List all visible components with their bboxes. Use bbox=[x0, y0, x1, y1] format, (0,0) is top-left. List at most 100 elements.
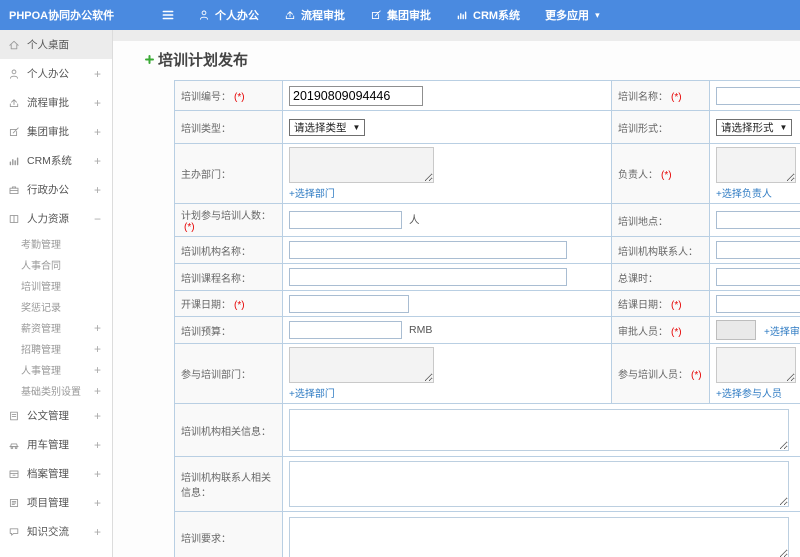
expander-icon[interactable]: + bbox=[94, 126, 101, 138]
sidebar-item-group-approval[interactable]: 集团审批 + bbox=[0, 117, 112, 146]
org-name-input[interactable] bbox=[289, 241, 567, 259]
expander-icon[interactable]: + bbox=[94, 385, 101, 397]
sidebar-item-label: 行政办公 bbox=[27, 184, 69, 196]
sidebar-item-hr-contract[interactable]: 人事合同 bbox=[0, 254, 112, 275]
start-date-input[interactable] bbox=[289, 294, 409, 313]
org-contact-info-textarea[interactable] bbox=[289, 461, 789, 507]
sidebar-item-crm-system[interactable]: CRM系统 + bbox=[0, 146, 112, 175]
form-row: 培训机构相关信息： bbox=[174, 403, 800, 457]
approver-picker-link[interactable]: +选择审批人员 bbox=[764, 327, 800, 338]
menu-toggle-icon[interactable] bbox=[161, 8, 175, 22]
join-dept-label-text: 参与培训部门： bbox=[181, 370, 251, 381]
sidebar-item-training-mgmt[interactable]: 培训管理 bbox=[0, 275, 112, 296]
planned-count-required-marker: (*) bbox=[184, 222, 195, 233]
main-content: 培训计划发布 培训编号：(*)培训名称：(*)培训类型：请选择类型▼培训形式：请… bbox=[113, 30, 800, 557]
sidebar-item-reward-punishment[interactable]: 奖惩记录 bbox=[0, 296, 112, 317]
chart-icon bbox=[8, 155, 20, 167]
org-info-textarea[interactable] bbox=[289, 409, 789, 451]
host-dept-textarea[interactable] bbox=[289, 147, 434, 183]
leader-label-text: 负责人： bbox=[618, 170, 658, 181]
location-label: 培训地点： bbox=[611, 203, 710, 237]
leader-textarea[interactable] bbox=[716, 147, 796, 183]
sidebar-item-basic-category-settings[interactable]: 基础类别设置 + bbox=[0, 380, 112, 401]
training-req-field-cell bbox=[282, 511, 800, 557]
location-input[interactable] bbox=[716, 211, 800, 229]
org-contact-input[interactable] bbox=[716, 241, 800, 259]
page-title: 培训计划发布 bbox=[144, 49, 800, 70]
training-no-label: 培训编号： (*) bbox=[174, 80, 283, 111]
join-dept-textarea[interactable] bbox=[289, 347, 434, 383]
sidebar-item-archive-mgmt[interactable]: 档案管理 + bbox=[0, 459, 112, 488]
course-name-input[interactable] bbox=[289, 268, 567, 286]
expander-icon[interactable]: + bbox=[94, 343, 101, 355]
sidebar-item-label: 流程审批 bbox=[27, 97, 69, 109]
expander-icon[interactable]: + bbox=[94, 526, 101, 538]
sidebar-item-label: 用车管理 bbox=[27, 439, 69, 451]
sidebar-item-personnel-mgmt[interactable]: 人事管理 + bbox=[0, 359, 112, 380]
sidebar-item-personal-office[interactable]: 个人办公 + bbox=[0, 59, 112, 88]
sidebar-item-workflow-approval[interactable]: 流程审批 + bbox=[0, 88, 112, 117]
expander-icon[interactable]: + bbox=[94, 439, 101, 451]
sidebar-item-vehicle-mgmt[interactable]: 用车管理 + bbox=[0, 430, 112, 459]
sidebar-item-attendance-mgmt[interactable]: 考勤管理 bbox=[0, 233, 112, 254]
nav-item-crm-system[interactable]: CRM系统 bbox=[456, 7, 520, 23]
training-no-input[interactable] bbox=[289, 85, 423, 106]
expander-icon[interactable]: + bbox=[94, 410, 101, 422]
host-dept-picker-link[interactable]: +选择部门 bbox=[289, 189, 335, 200]
sidebar-item-human-resources[interactable]: 人力资源 − bbox=[0, 204, 112, 233]
nav-item-personal-office[interactable]: 个人办公 bbox=[198, 7, 259, 23]
total-hours-input[interactable] bbox=[716, 268, 800, 286]
sidebar-item-label: 档案管理 bbox=[27, 468, 69, 480]
home-icon bbox=[8, 39, 20, 51]
planned-count-input[interactable] bbox=[289, 211, 402, 229]
training-type-select[interactable]: 请选择类型 ▼ bbox=[289, 118, 366, 136]
sidebar-item-salary-mgmt[interactable]: 薪资管理 + bbox=[0, 317, 112, 338]
budget-unit-label: RMB bbox=[409, 323, 433, 336]
join-staff-textarea[interactable] bbox=[716, 347, 796, 383]
nav-item-more-apps[interactable]: 更多应用 ▾ bbox=[545, 7, 600, 23]
nav-item-group-approval[interactable]: 集团审批 bbox=[370, 7, 431, 23]
sidebar-item-admin-office[interactable]: 行政办公 + bbox=[0, 175, 112, 204]
join-dept-picker-link[interactable]: +选择部门 bbox=[289, 389, 335, 400]
expander-icon[interactable]: + bbox=[94, 184, 101, 196]
sidebar-item-knowledge-exchange[interactable]: 知识交流 + bbox=[0, 517, 112, 546]
nav-item-label: 个人办公 bbox=[215, 10, 259, 22]
form-row: 参与培训部门： +选择部门 参与培训人员： (*) +选择参与人员 bbox=[174, 343, 800, 404]
nav-item-workflow-approval[interactable]: 流程审批 bbox=[284, 7, 345, 23]
end-date-required-marker: (*) bbox=[671, 300, 682, 311]
end-date-input[interactable] bbox=[716, 294, 800, 313]
expander-icon[interactable]: + bbox=[94, 322, 101, 334]
expander-icon[interactable]: + bbox=[94, 468, 101, 480]
training-mode-select[interactable]: 请选择形式 ▼ bbox=[716, 118, 793, 136]
app-brand: PHPOA协同办公软件 bbox=[9, 10, 115, 22]
location-label-text: 培训地点： bbox=[618, 216, 668, 228]
sidebar-item-personal-desktop[interactable]: 个人桌面 bbox=[0, 30, 112, 59]
org-contact-label: 培训机构联系人： bbox=[611, 236, 710, 264]
training-name-input[interactable] bbox=[716, 86, 800, 105]
sidebar-item-document-mgmt[interactable]: 公文管理 + bbox=[0, 401, 112, 430]
join-staff-picker-link[interactable]: +选择参与人员 bbox=[716, 389, 782, 400]
sidebar-item-label: 个人桌面 bbox=[27, 39, 69, 51]
expander-icon[interactable]: + bbox=[94, 155, 101, 167]
approver-readonly-box[interactable] bbox=[716, 320, 756, 340]
expander-icon[interactable]: + bbox=[94, 68, 101, 80]
expander-icon[interactable]: − bbox=[94, 213, 101, 225]
expander-icon[interactable]: + bbox=[94, 497, 101, 509]
end-date-label: 结课日期： (*) bbox=[611, 290, 710, 317]
expander-icon[interactable]: + bbox=[94, 97, 101, 109]
form-row: 主办部门： +选择部门 负责人： (*) +选择负责人 bbox=[174, 143, 800, 204]
start-date-field-cell bbox=[282, 290, 612, 317]
sidebar-item-project-mgmt[interactable]: 项目管理 + bbox=[0, 488, 112, 517]
sidebar-item-label: 公文管理 bbox=[27, 410, 69, 422]
sidebar-item-recruitment-mgmt[interactable]: 招聘管理 + bbox=[0, 338, 112, 359]
sidebar-item-label: 集团审批 bbox=[27, 126, 69, 138]
expander-icon[interactable]: + bbox=[94, 364, 101, 376]
training-req-textarea[interactable] bbox=[289, 516, 789, 557]
sidebar-item-label: 考勤管理 bbox=[21, 240, 61, 251]
training-no-label-text: 培训编号： bbox=[181, 92, 231, 103]
leader-picker-link[interactable]: +选择负责人 bbox=[716, 189, 772, 200]
training-mode-label: 培训形式： bbox=[611, 110, 710, 144]
budget-input[interactable] bbox=[289, 321, 402, 339]
top-nav: 个人办公 流程审批 集团审批 CRM系统 更多应用 ▾ bbox=[198, 7, 600, 23]
org-contact-info-label: 培训机构联系人相关信息： bbox=[174, 456, 283, 512]
